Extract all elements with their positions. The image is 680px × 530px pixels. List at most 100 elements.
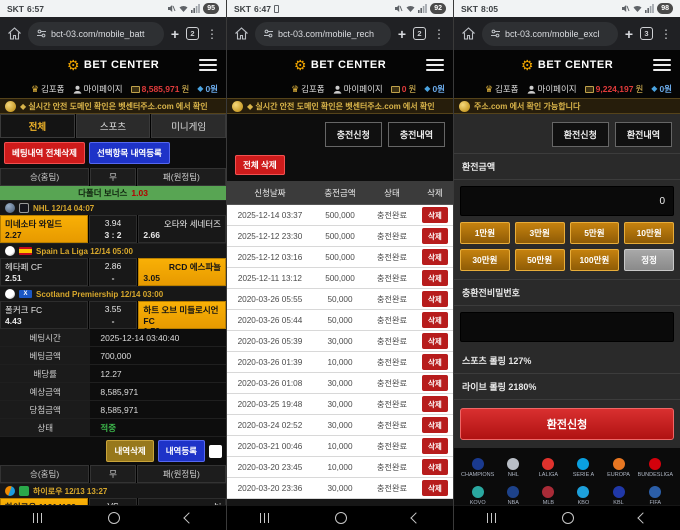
- history-tab[interactable]: 스포츠: [76, 114, 151, 138]
- hamburger-menu-button[interactable]: [653, 56, 671, 74]
- cash-balance[interactable]: 9,224,197원: [585, 83, 644, 95]
- nav-back-button[interactable]: [411, 512, 422, 523]
- site-settings-icon[interactable]: [264, 29, 273, 38]
- select-checkbox[interactable]: [209, 445, 222, 458]
- delete-row-button[interactable]: 삭제: [422, 291, 448, 307]
- diamond-icon: ◆: [651, 85, 657, 93]
- site-settings-icon[interactable]: [37, 29, 46, 38]
- exchange-submit-button[interactable]: 환전신청: [460, 408, 674, 440]
- quick-amount-button[interactable]: 5만원: [570, 222, 620, 244]
- register-selected-button[interactable]: 선택항목 내역등록: [89, 142, 170, 164]
- league-logo-icon: [507, 458, 519, 470]
- nav-home-button[interactable]: [108, 512, 120, 524]
- tab-switcher-button[interactable]: 2: [186, 27, 199, 40]
- hamburger-menu-button[interactable]: [199, 56, 217, 74]
- brand-name: BET CENTER: [538, 59, 613, 71]
- quick-amount-button[interactable]: 10만원: [624, 222, 674, 244]
- exchange-apply-tab-button[interactable]: 환전신청: [552, 122, 609, 147]
- home-icon[interactable]: [462, 27, 475, 40]
- tab-switcher-button[interactable]: 3: [640, 27, 653, 40]
- browser-menu-button[interactable]: ⋮: [206, 28, 218, 40]
- point-balance[interactable]: ◆0원: [197, 83, 218, 95]
- vibrate-icon: [274, 5, 279, 13]
- username-item[interactable]: ♛김포폼: [31, 83, 65, 95]
- delete-all-recharges-button[interactable]: 전체 삭제: [235, 155, 285, 175]
- recharge-row: 2020-03-24 02:52 30,000 충전완료 삭제: [227, 415, 453, 436]
- delete-row-button[interactable]: 삭제: [422, 354, 448, 370]
- tab-switcher-button[interactable]: 2: [413, 27, 426, 40]
- delete-row-button[interactable]: 삭제: [422, 207, 448, 223]
- brand-logo[interactable]: ⚙ BET CENTER: [67, 58, 159, 72]
- wifi-icon: [633, 4, 642, 13]
- delete-row-button[interactable]: 삭제: [422, 438, 448, 454]
- clock-label: 6:47: [254, 4, 271, 14]
- url-bar[interactable]: bct-03.com/mobile_batt: [28, 22, 164, 46]
- browser-menu-button[interactable]: ⋮: [433, 28, 445, 40]
- cash-balance[interactable]: 0원: [391, 83, 417, 95]
- history-tab[interactable]: 미니게임: [151, 114, 226, 138]
- draw-odds-cell: 2.86-: [89, 258, 138, 286]
- delete-row-button[interactable]: 삭제: [422, 375, 448, 391]
- delete-row-button[interactable]: 삭제: [422, 396, 448, 412]
- quick-amount-button[interactable]: 50만원: [515, 249, 565, 271]
- delete-row-button[interactable]: 삭제: [422, 228, 448, 244]
- new-tab-button[interactable]: +: [398, 27, 406, 41]
- delete-history-button[interactable]: 내역삭제: [106, 440, 153, 462]
- register-history-button[interactable]: 내역등록: [158, 440, 205, 462]
- recharge-history-button[interactable]: 충전내역: [388, 122, 445, 147]
- history-tab[interactable]: 전체: [0, 114, 75, 138]
- browser-menu-button[interactable]: ⋮: [660, 28, 672, 40]
- exchange-history-tab-button[interactable]: 환전내역: [615, 122, 672, 147]
- new-tab-button[interactable]: +: [625, 27, 633, 41]
- league-logo-icon: [613, 458, 625, 470]
- brand-logo[interactable]: ⚙ BET CENTER: [521, 58, 613, 72]
- point-balance[interactable]: ◆0원: [424, 83, 445, 95]
- delete-row-button[interactable]: 삭제: [422, 480, 448, 496]
- home-icon[interactable]: [8, 27, 21, 40]
- country-flag-icon: [19, 203, 29, 213]
- username-item[interactable]: ♛김포폼: [291, 83, 325, 95]
- delete-row-button[interactable]: 삭제: [422, 417, 448, 433]
- delete-row-button[interactable]: 삭제: [422, 312, 448, 328]
- mypage-link[interactable]: 마이페이지: [527, 83, 577, 95]
- url-bar[interactable]: bct-03.com/mobile_excl: [482, 22, 618, 46]
- site-settings-icon[interactable]: [491, 29, 500, 38]
- nav-recents-button[interactable]: [487, 513, 497, 523]
- exchange-amount-input[interactable]: 0: [460, 186, 674, 216]
- delete-row-button[interactable]: 삭제: [422, 333, 448, 349]
- quick-amount-button[interactable]: 1만원: [460, 222, 510, 244]
- delete-row-button[interactable]: 삭제: [422, 270, 448, 286]
- mypage-link[interactable]: 마이페이지: [333, 83, 383, 95]
- league-logo-icon: [577, 458, 589, 470]
- delete-all-bets-button[interactable]: 베팅내역 전체삭제: [4, 142, 85, 164]
- quick-amount-button[interactable]: 3만원: [515, 222, 565, 244]
- col-home-win: 승(홈팀): [0, 168, 89, 186]
- quick-amount-buttons: 1만원3만원5만원10만원 30만원50만원100만원정정: [460, 222, 674, 271]
- quick-amount-button[interactable]: 100만원: [570, 249, 620, 271]
- nav-recents-button[interactable]: [260, 513, 270, 523]
- home-icon[interactable]: [235, 27, 248, 40]
- username-item[interactable]: ♛김포폼: [485, 83, 519, 95]
- new-tab-button[interactable]: +: [171, 27, 179, 41]
- exchange-password-input[interactable]: [460, 312, 674, 342]
- delete-row-button[interactable]: 삭제: [422, 459, 448, 475]
- nav-home-button[interactable]: [562, 512, 574, 524]
- url-bar[interactable]: bct-03.com/mobile_rech: [255, 22, 391, 46]
- mypage-link[interactable]: 마이페이지: [73, 83, 123, 95]
- recharge-apply-button[interactable]: 충전신청: [325, 122, 382, 147]
- recharge-content: 충전신청 충전내역 전체 삭제 신청날짜 충전금액 상태 삭제 2025-12-…: [227, 114, 453, 505]
- nav-home-button[interactable]: [335, 512, 347, 524]
- nav-back-button[interactable]: [638, 512, 649, 523]
- nav-recents-button[interactable]: [33, 513, 43, 523]
- cash-balance[interactable]: 8,585,971원: [131, 83, 190, 95]
- hamburger-menu-button[interactable]: [426, 56, 444, 74]
- away-odds-cell: RCD 에스파뇰3.05: [138, 258, 226, 286]
- point-balance[interactable]: ◆0원: [651, 83, 672, 95]
- quick-amount-button[interactable]: 정정: [624, 249, 674, 271]
- nav-back-button[interactable]: [184, 512, 195, 523]
- delete-row-button[interactable]: 삭제: [422, 249, 448, 265]
- delete-all-row: 전체 삭제: [227, 153, 453, 181]
- quick-amount-button[interactable]: 30만원: [460, 249, 510, 271]
- clock-label: 8:05: [481, 4, 498, 14]
- brand-logo[interactable]: ⚙ BET CENTER: [294, 58, 386, 72]
